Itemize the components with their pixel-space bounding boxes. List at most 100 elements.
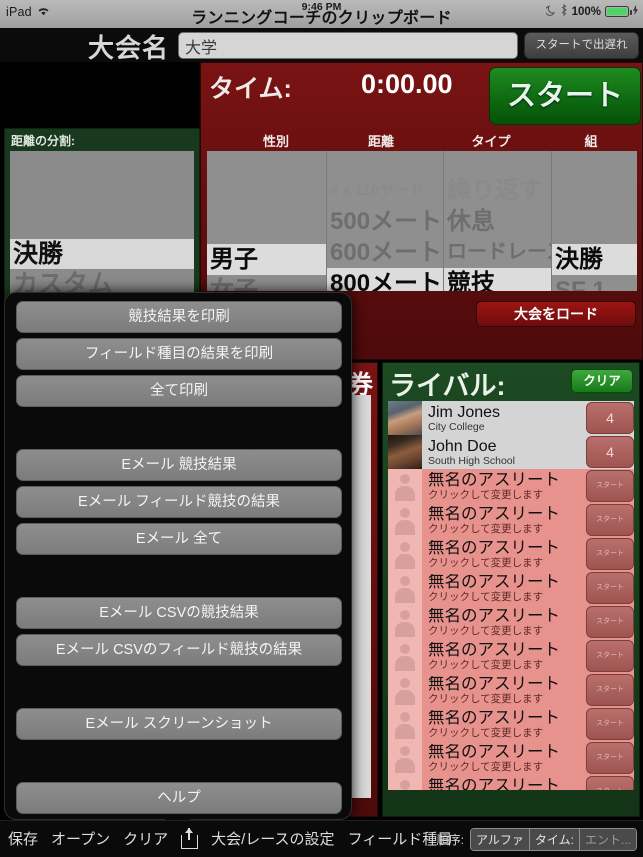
status-bar-right: 100%	[544, 3, 638, 19]
bluetooth-icon	[560, 3, 568, 19]
popover-action-button[interactable]: Eメール スクリーンショット	[16, 708, 342, 740]
rival-row[interactable]: 無名のアスリートクリックして変更しますスタート	[388, 707, 634, 741]
popover-action-button[interactable]: Eメール 全て	[16, 523, 342, 555]
rival-action-button[interactable]: スタート	[586, 742, 634, 774]
meet-name-label: 大会名	[88, 33, 170, 63]
popover-action-button[interactable]: 競技結果を印刷	[16, 301, 342, 333]
column-header-heat: 組	[584, 134, 598, 149]
toolbar-items: 保存 オープン クリア 大会/レースの設定 フィールド種目	[8, 828, 452, 849]
picker-row-selected[interactable]: 800メートル	[327, 268, 443, 291]
picker-row[interactable]: ロードレース	[444, 237, 551, 268]
share-icon[interactable]	[181, 828, 199, 849]
picker-row[interactable]: 600メートル	[327, 237, 443, 268]
open-button[interactable]: オープン	[51, 828, 110, 849]
meet-name-row: 大会名 スタートで出遅れ	[0, 28, 643, 63]
rival-row[interactable]: 無名のアスリートクリックして変更しますスタート	[388, 503, 634, 537]
popover-action-button[interactable]: Eメール フィールド競技の結果	[16, 486, 342, 518]
rival-row[interactable]: 無名のアスリートクリックして変更しますスタート	[388, 639, 634, 673]
picker-column-gender[interactable]: 男子 女子 男子	[207, 151, 327, 291]
meet-name-input[interactable]	[178, 32, 518, 59]
picker-row-selected[interactable]: 男子	[207, 244, 326, 275]
rival-action-button[interactable]: スタート	[586, 674, 634, 706]
picker-row-selected[interactable]: 決勝	[10, 239, 194, 269]
battery-percent: 100%	[571, 5, 601, 18]
rival-row[interactable]: 無名のアスリートクリックして変更しますスタート	[388, 537, 634, 571]
rival-row[interactable]: 無名のアスリートクリックして変更しますスタート	[388, 673, 634, 707]
avatar	[388, 673, 422, 707]
popover-action-button[interactable]: Eメール CSVのフィールド競技の結果	[16, 634, 342, 666]
rival-row[interactable]: Jim Jones City College 4	[388, 401, 634, 435]
rival-action-button[interactable]: スタート	[586, 504, 634, 536]
rival-action-button[interactable]: スタート	[586, 776, 634, 790]
popover-action-button[interactable]: ヘルプ	[16, 782, 342, 814]
rival-action-button[interactable]: スタート	[586, 606, 634, 638]
popover-action-button[interactable]: フィールド種目の結果を印刷	[16, 338, 342, 370]
rival-row[interactable]: 無名のアスリートクリックして変更しますスタート	[388, 571, 634, 605]
rivals-list[interactable]: Jim Jones City College 4 John Doe South High…	[388, 401, 634, 790]
popover-action-button[interactable]: 全て印刷	[16, 375, 342, 407]
order-option-alpha[interactable]: アルファ	[470, 829, 530, 850]
bottom-toolbar: 保存 オープン クリア 大会/レースの設定 フィールド種目 順序: アルファ タ…	[0, 820, 643, 857]
rivals-panel: ライバル: クリア Jim Jones City College 4 John Doe…	[382, 362, 640, 817]
popover-action-button[interactable]: Eメール CSVの競技結果	[16, 597, 342, 629]
picker-column-heat[interactable]: 決勝 SF 1 SF 2 QF 1	[552, 151, 637, 291]
picker-row[interactable]: 4 x 110ヤード	[327, 175, 443, 206]
picker-column-distance[interactable]: 4 x 110ヤード 500メートル 600メートル 800メートル 4 x 2…	[327, 151, 444, 291]
rival-action-button[interactable]: スタート	[586, 708, 634, 740]
rival-row[interactable]: 無名のアスリートクリックして変更しますスタート	[388, 469, 634, 503]
avatar	[388, 775, 422, 790]
order-label: 順序:	[436, 833, 464, 847]
rival-row[interactable]: John Doe South High School 4	[388, 435, 634, 469]
rival-action-button[interactable]: スタート	[586, 640, 634, 672]
false-start-button[interactable]: スタートで出遅れ	[524, 32, 639, 59]
rival-action-button[interactable]: 4	[586, 402, 634, 434]
picker-column-type[interactable]: 繰り返す 休息 ロードレース 競技 障害物競走 中止しました 水泳	[444, 151, 552, 291]
timer-label: タイム:	[209, 75, 292, 103]
picker-row-selected[interactable]: 競技	[444, 268, 551, 291]
column-header-distance: 距離	[367, 134, 394, 149]
distance-split-panel: 距離の分割: 決勝 カスタム なし	[4, 128, 200, 300]
start-button[interactable]: スタート	[489, 67, 641, 125]
distance-split-picker[interactable]: 決勝 カスタム なし	[10, 151, 194, 296]
load-meet-button[interactable]: 大会をロード	[476, 301, 636, 327]
avatar	[388, 741, 422, 775]
event-picker-headers: 性別 距離 タイプ 組	[201, 129, 643, 151]
picker-row[interactable]: 繰り返す	[444, 175, 551, 206]
rival-action-button[interactable]: スタート	[586, 470, 634, 502]
avatar	[388, 537, 422, 571]
picker-row[interactable]: 休息	[444, 206, 551, 237]
rivals-clear-button[interactable]: クリア	[571, 369, 633, 393]
avatar	[388, 503, 422, 537]
rival-action-button[interactable]: スタート	[586, 572, 634, 604]
moon-icon	[544, 5, 556, 19]
rival-row[interactable]: 無名のアスリートクリックして変更しますスタート	[388, 741, 634, 775]
order-controls: 順序: アルファ タイム: エント...	[437, 828, 637, 851]
rival-row[interactable]: 無名のアスリートクリックして変更しますスタート	[388, 775, 634, 790]
picker-row-selected[interactable]: 決勝	[552, 244, 637, 275]
meet-settings-button[interactable]: 大会/レースの設定	[211, 828, 334, 849]
timer-value: 0:00.00	[361, 69, 453, 99]
order-segmented-control[interactable]: アルファ タイム: エント...	[469, 828, 637, 851]
avatar	[388, 435, 422, 469]
rival-action-button[interactable]: スタート	[586, 538, 634, 570]
save-button[interactable]: 保存	[8, 828, 38, 849]
rival-action-button[interactable]: 4	[586, 436, 634, 468]
battery-icon	[605, 6, 632, 17]
order-option-entry[interactable]: エント...	[579, 829, 636, 850]
picker-row[interactable]: 500メートル	[327, 206, 443, 237]
rivals-title: ライバル:	[389, 371, 506, 401]
avatar	[388, 605, 422, 639]
avatar	[388, 469, 422, 503]
popover-action-button[interactable]: Eメール 競技結果	[16, 449, 342, 481]
avatar	[388, 639, 422, 673]
column-header-type: タイプ	[471, 134, 511, 149]
order-option-time[interactable]: タイム:	[529, 829, 580, 850]
avatar	[388, 401, 422, 435]
charging-bolt-icon	[633, 5, 638, 18]
rival-row[interactable]: 無名のアスリートクリックして変更しますスタート	[388, 605, 634, 639]
event-picker[interactable]: 男子 女子 男子 4 x 110ヤード 500メートル 600メートル 800メ…	[207, 151, 637, 291]
picker-row[interactable]: 女子	[207, 275, 326, 291]
picker-row[interactable]: SF 1	[552, 275, 637, 291]
clear-button[interactable]: クリア	[123, 828, 168, 849]
share-popover: 競技結果を印刷 フィールド種目の結果を印刷 全て印刷 Eメール 競技結果 Eメール フィ…	[4, 292, 352, 832]
